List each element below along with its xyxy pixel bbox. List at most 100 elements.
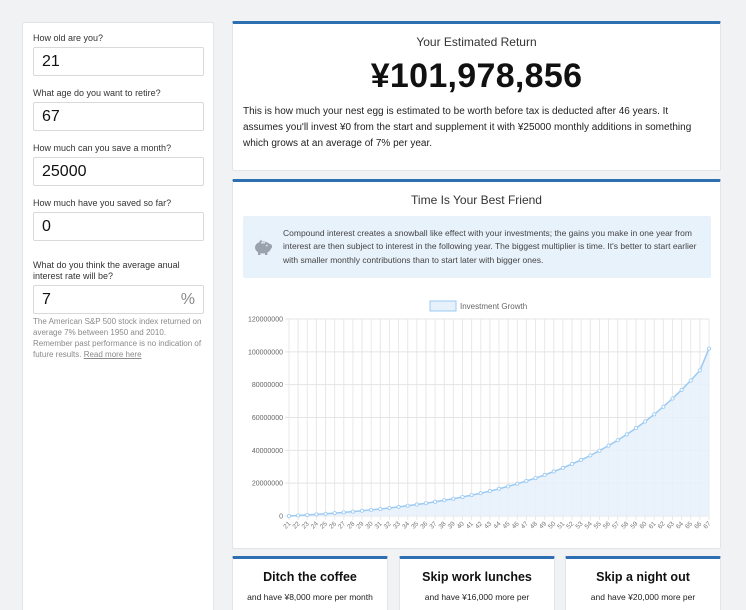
retire-age-field: What age do you want to retire? 67 [33,88,204,131]
data-point[interactable] [615,438,620,443]
data-point[interactable] [679,387,684,392]
data-point[interactable] [332,511,337,516]
legend-swatch[interactable] [429,300,457,312]
data-point[interactable] [560,465,565,470]
retire-age-label: What age do you want to retire? [33,88,161,98]
y-tick-label: 20000000 [252,481,283,488]
data-point[interactable] [706,346,711,351]
saved-so-far-input[interactable]: 0 [33,212,204,241]
tip-text-night-out: and have ¥20,000 more per [590,592,696,602]
data-point[interactable] [478,491,483,496]
y-tick-label: 120000000 [248,317,283,324]
data-point[interactable] [460,494,465,499]
monthly-savings-value: 25000 [42,162,87,180]
data-point[interactable] [542,472,547,477]
data-point[interactable] [369,507,374,512]
data-point[interactable] [341,510,346,515]
data-point[interactable] [551,469,556,474]
investment-growth-chart: 0 20000000 40000000 60000000 80000000 1000000… [248,300,713,531]
time-best-friend-card: Time Is Your Best Friend Compound intere… [232,179,721,549]
saved-so-far-value: 0 [42,217,51,235]
data-point[interactable] [469,493,474,498]
sp500-note: The American S&P 500 stock index returne… [33,316,203,360]
legend-label[interactable]: Investment Growth [460,302,527,311]
tip-title-night-out: Skip a night out [596,570,690,584]
y-tick-label: 40000000 [252,448,283,455]
age-field: How old are you? 21 [33,33,204,76]
data-point[interactable] [515,481,520,486]
data-point[interactable] [396,504,401,509]
age-value: 21 [42,52,60,70]
data-point[interactable] [506,484,511,489]
data-point[interactable] [433,499,438,504]
data-point[interactable] [606,443,611,448]
estimated-return-title: Your Estimated Return [416,35,537,49]
data-point[interactable] [323,511,328,516]
data-point[interactable] [487,489,492,494]
y-tick-label: 100000000 [248,349,283,356]
calculator-sidebar: How old are you? 21 What age do you want… [22,22,214,610]
data-point[interactable] [570,462,575,467]
data-point[interactable] [496,486,501,491]
y-tick-label: 60000000 [252,415,283,422]
data-point[interactable] [387,505,392,510]
data-point[interactable] [314,512,319,517]
x-tick-label: 67 [702,520,712,530]
monthly-savings-label: How much can you save a month? [33,143,172,153]
data-point[interactable] [405,503,410,508]
data-point[interactable] [305,512,310,517]
data-point[interactable] [697,368,702,373]
estimated-return-description: This is how much your nest egg is estima… [243,106,692,149]
monthly-savings-field: How much can you save a month? 25000 [33,143,204,186]
data-point[interactable] [350,509,355,514]
data-point[interactable] [533,476,538,481]
data-point[interactable] [652,412,657,417]
retire-age-value: 67 [42,107,60,125]
interest-rate-field: What do you think the average anual inte… [33,260,204,360]
saved-so-far-field: How much have you saved so far? 0 [33,198,204,241]
data-point[interactable] [451,496,456,501]
percent-suffix: % [180,290,195,308]
data-point[interactable] [378,506,383,511]
data-point[interactable] [643,419,648,424]
data-point[interactable] [442,498,447,503]
compound-interest-text: Compound interest creates a snowball lik… [283,227,697,265]
data-point[interactable] [597,448,602,453]
age-input[interactable]: 21 [33,47,204,76]
data-point[interactable] [688,378,693,383]
data-point[interactable] [661,404,666,409]
estimated-return-amount: ¥101,978,856 [370,57,583,95]
saved-so-far-label: How much have you saved so far? [33,198,172,208]
data-point[interactable] [360,508,365,513]
data-point[interactable] [670,396,675,401]
interest-rate-value: 7 [42,290,51,308]
data-point[interactable] [633,426,638,431]
tip-title-lunches: Skip work lunches [422,570,532,584]
retire-age-input[interactable]: 67 [33,102,204,131]
data-point[interactable] [624,432,629,437]
data-point[interactable] [423,501,428,506]
data-point[interactable] [296,513,301,518]
estimated-return-card: Your Estimated Return ¥101,978,856 This … [232,21,721,171]
tip-text-coffee: and have ¥8,000 more per month [247,592,373,602]
tip-text-lunches: and have ¥16,000 more per [424,592,530,602]
tip-title-coffee: Ditch the coffee [263,570,357,584]
monthly-savings-input[interactable]: 25000 [33,157,204,186]
y-tick-label: 0 [279,514,283,521]
tip-card-lunches: Skip work lunches and have ¥16,000 more … [399,556,555,610]
data-point[interactable] [579,457,584,462]
interest-rate-label: What do you think the average anual inte… [33,260,180,281]
data-point[interactable] [524,479,529,484]
tip-card-night-out: Skip a night out and have ¥20,000 more p… [565,556,721,610]
time-best-friend-title: Time Is Your Best Friend [411,193,542,207]
y-tick-label: 80000000 [252,382,283,389]
piggy-bank-icon [243,238,283,256]
data-point[interactable] [588,453,593,458]
compound-interest-info: Compound interest creates a snowball lik… [243,216,711,278]
read-more-link[interactable]: Read more here [84,350,142,359]
interest-rate-input[interactable]: 7 % [33,285,204,314]
data-point[interactable] [287,513,292,518]
age-label: How old are you? [33,33,104,43]
data-point[interactable] [414,502,419,507]
tip-card-coffee: Ditch the coffee and have ¥8,000 more pe… [232,556,388,610]
